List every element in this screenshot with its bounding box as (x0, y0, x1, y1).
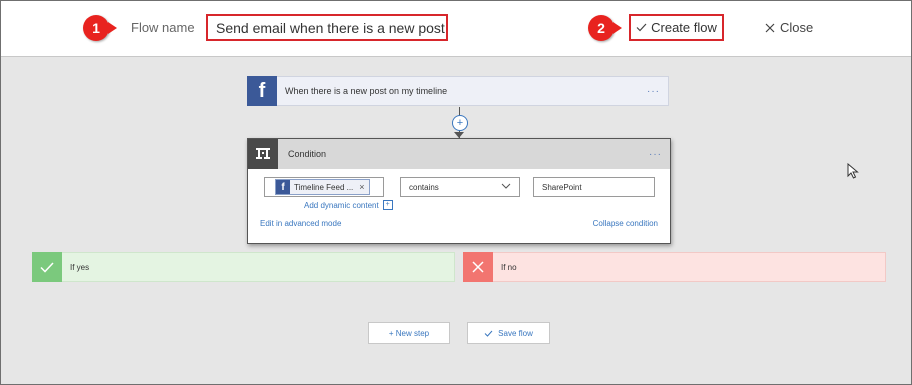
add-icon: + (382, 200, 393, 210)
flow-name-input[interactable]: Send email when there is a new post (206, 14, 448, 41)
condition-header[interactable]: Condition ··· (248, 139, 670, 169)
check-icon (484, 330, 493, 337)
if-yes-label: If yes (70, 262, 90, 272)
close-label: Close (780, 20, 814, 35)
token-remove-button[interactable]: × (359, 182, 364, 192)
condition-title: Condition (288, 149, 327, 159)
chevron-down-icon (501, 183, 511, 189)
create-flow-button[interactable]: Create flow (629, 14, 724, 41)
if-yes-branch[interactable]: If yes (32, 252, 455, 282)
collapse-condition-link[interactable]: Collapse condition (593, 219, 658, 228)
condition-icon (248, 139, 278, 169)
insert-step-icon[interactable]: + (452, 115, 468, 131)
flow-name-label: Flow name (131, 20, 195, 35)
annotation-badge-1: 1 (83, 15, 117, 41)
save-flow-button[interactable]: Save flow (467, 322, 550, 344)
facebook-icon: f (276, 180, 290, 194)
operator-dropdown[interactable]: contains (400, 177, 520, 197)
edit-advanced-mode-link[interactable]: Edit in advanced mode (260, 219, 341, 228)
check-icon (636, 23, 647, 32)
close-icon (463, 252, 493, 282)
if-no-branch[interactable]: If no (463, 252, 886, 282)
new-step-button[interactable]: + New step (368, 322, 450, 344)
trigger-title: When there is a new post on my timeline (285, 86, 448, 96)
create-flow-label: Create flow (651, 20, 717, 35)
facebook-icon: f (247, 76, 277, 106)
add-dynamic-content-label: Add dynamic content (304, 200, 379, 210)
top-bar: 1 Flow name Send email when there is a n… (1, 1, 911, 57)
flow-designer-window: 1 Flow name Send email when there is a n… (0, 0, 912, 385)
condition-menu-button[interactable]: ··· (649, 149, 662, 160)
add-dynamic-content-link[interactable]: Add dynamic content + (304, 200, 393, 210)
save-flow-label: Save flow (498, 328, 533, 338)
trigger-card[interactable]: f When there is a new post on my timelin… (247, 76, 669, 106)
check-icon (32, 252, 62, 282)
condition-value-input[interactable]: SharePoint (533, 177, 655, 197)
token-label: Timeline Feed ... (294, 182, 354, 192)
annotation-badge-2: 2 (588, 15, 622, 41)
mouse-cursor-icon (847, 163, 859, 179)
dynamic-token[interactable]: f Timeline Feed ... × (275, 179, 370, 195)
close-icon (765, 23, 775, 32)
if-no-label: If no (501, 262, 517, 272)
close-button[interactable]: Close (765, 20, 813, 35)
condition-card: Condition ··· f Timeline Feed ... × Add … (247, 138, 671, 244)
operator-value: contains (409, 182, 439, 192)
condition-left-operand[interactable]: f Timeline Feed ... × (264, 177, 384, 197)
trigger-menu-button[interactable]: ··· (647, 86, 660, 97)
